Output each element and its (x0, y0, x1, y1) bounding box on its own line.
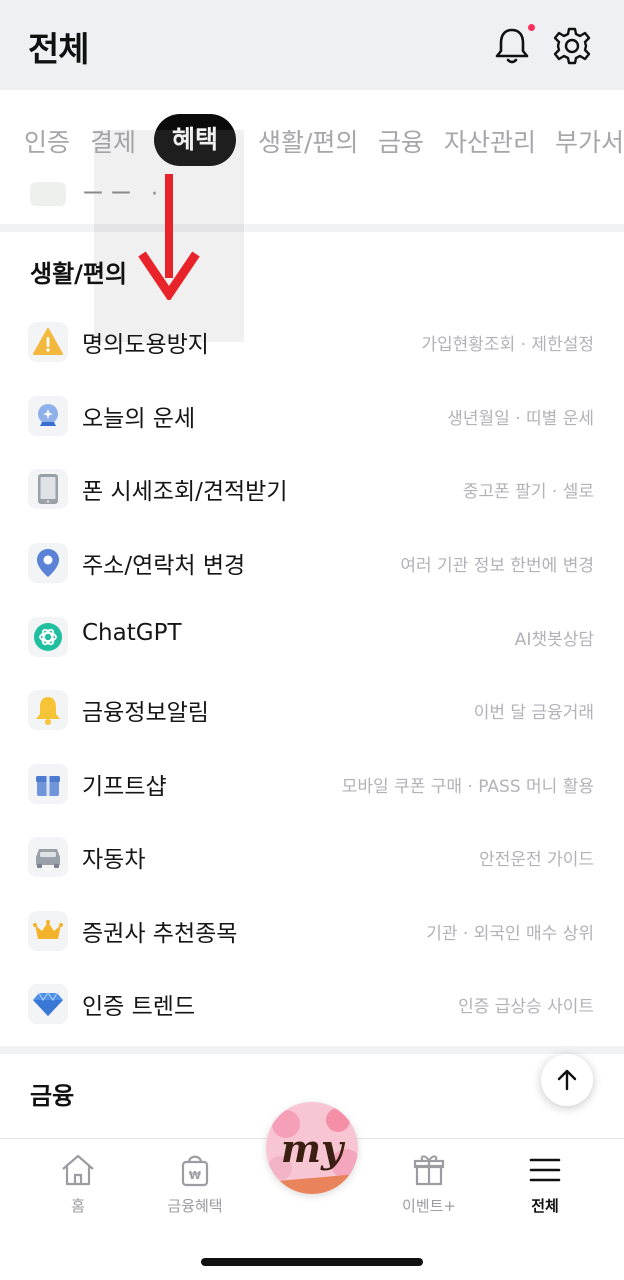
list-item-finance-alert[interactable]: 금융정보알림 이번 달 금융거래 (0, 673, 624, 747)
item-description: 가입현황조회 · 제한설정 (421, 335, 594, 355)
diamond-icon (28, 984, 68, 1024)
phone-icon (28, 469, 68, 509)
arrow-up-icon (557, 1069, 577, 1091)
bell-icon (28, 690, 68, 730)
item-description: 인증 급상승 사이트 (458, 997, 594, 1017)
my-badge-image: my (266, 1102, 358, 1194)
my-badge-text: my (281, 1126, 346, 1171)
tab-finance[interactable]: 금융 (378, 126, 424, 160)
nav-all-label: 전체 (531, 1197, 559, 1215)
item-description: 중고폰 팔기 · 셀로 (462, 482, 594, 502)
warning-icon (28, 322, 68, 362)
notification-dot (528, 24, 535, 31)
crown-icon (28, 911, 68, 951)
item-label: 폰 시세조회/견적받기 (82, 479, 288, 505)
item-label: ChatGPT (82, 620, 182, 646)
svg-text:₩: ₩ (189, 1169, 201, 1182)
partial-icon (30, 182, 66, 206)
nav-event-label: 이벤트+ (402, 1197, 456, 1215)
red-down-arrow-annotation (138, 174, 200, 300)
list-item-auth-trend[interactable]: 인증 트렌드 인증 급상승 사이트 (0, 967, 624, 1041)
gift-icon (28, 764, 68, 804)
item-label: 증권사 추천종목 (82, 921, 238, 947)
section-divider (0, 1046, 624, 1054)
home-icon (62, 1154, 94, 1186)
nav-all[interactable]: 전체 (495, 1151, 595, 1216)
item-label: 오늘의 운세 (82, 406, 196, 432)
tab-extra-services[interactable]: 부가서 (555, 126, 624, 160)
location-pin-icon (28, 543, 68, 583)
gift-box-icon (413, 1155, 445, 1186)
item-label: 기프트샵 (82, 774, 167, 800)
item-label: 자동차 (82, 847, 146, 873)
list-item-address-change[interactable]: 주소/연락처 변경 여러 기관 정보 한번에 변경 (0, 526, 624, 600)
item-description: 생년월일 · 띠별 운세 (447, 409, 594, 429)
item-description: 기관 · 외국인 매수 상위 (426, 924, 594, 944)
nav-finance-benefit[interactable]: ₩ 금융혜택 (145, 1151, 245, 1216)
item-description: 모바일 쿠폰 구매 · PASS 머니 활용 (341, 777, 594, 797)
settings-gear-icon[interactable] (550, 24, 594, 68)
notification-bell-icon[interactable] (490, 24, 534, 68)
item-label: 주소/연락처 변경 (82, 553, 246, 579)
nav-home[interactable]: 홈 (28, 1151, 128, 1216)
item-label: 인증 트렌드 (82, 994, 196, 1020)
item-label: 금융정보알림 (82, 700, 209, 726)
item-description: 이번 달 금융거래 (473, 703, 594, 723)
nav-finance-benefit-label: 금융혜택 (167, 1197, 223, 1215)
section-title-finance: 금융 (30, 1082, 75, 1110)
crystal-ball-icon (28, 396, 68, 436)
tab-auth[interactable]: 인증 (24, 126, 70, 160)
shopping-bag-won-icon: ₩ (181, 1155, 209, 1187)
home-indicator-bar (201, 1258, 423, 1266)
list-item-stock-recommendation[interactable]: 증권사 추천종목 기관 · 외국인 매수 상위 (0, 894, 624, 968)
my-profile-button[interactable]: my (266, 1102, 358, 1194)
tab-asset-management[interactable]: 자산관리 (444, 126, 536, 160)
tab-lifestyle[interactable]: 생활/편의 (258, 126, 358, 160)
menu-hamburger-icon (529, 1158, 561, 1182)
page-title: 전체 (28, 30, 90, 70)
top-header: 전체 (0, 0, 624, 90)
car-icon (28, 837, 68, 877)
list-item-gift-shop[interactable]: 기프트샵 모바일 쿠폰 구매 · PASS 머니 활용 (0, 747, 624, 821)
nav-event[interactable]: 이벤트+ (379, 1151, 479, 1216)
section-title-lifestyle: 생활/편의 (30, 260, 128, 288)
chatgpt-icon (28, 617, 68, 657)
list-item-car[interactable]: 자동차 안전운전 가이드 (0, 820, 624, 894)
item-description: 안전운전 가이드 (479, 850, 594, 870)
item-description: AI챗봇상담 (514, 630, 594, 650)
scroll-to-top-button[interactable] (541, 1054, 593, 1106)
list-item-fortune[interactable]: 오늘의 운세 생년월일 · 띠별 운세 (0, 379, 624, 453)
list-item-identity-theft-prevention[interactable]: 명의도용방지 가입현황조회 · 제한설정 (0, 305, 624, 379)
nav-home-label: 홈 (71, 1197, 85, 1215)
list-item-phone-price[interactable]: 폰 시세조회/견적받기 중고폰 팔기 · 셀로 (0, 452, 624, 526)
list-item-chatgpt[interactable]: ChatGPT AI챗봇상담 (0, 600, 624, 674)
item-description: 여러 기관 정보 한번에 변경 (400, 556, 594, 576)
item-label: 명의도용방지 (82, 332, 209, 358)
